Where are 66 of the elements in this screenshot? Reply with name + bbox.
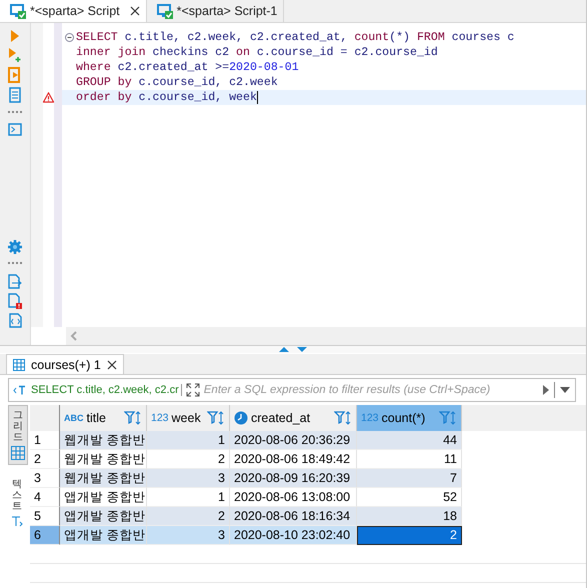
table-cell[interactable]: 웹개발 종합반 <box>60 431 147 450</box>
number-type-icon: 123 <box>151 412 169 424</box>
export-document-icon[interactable] <box>8 274 22 289</box>
collapse-up-icon[interactable] <box>279 347 289 352</box>
sql-text-icon <box>13 385 27 395</box>
table-cell[interactable]: 2020-08-06 20:36:29 <box>230 431 357 450</box>
filter-sort-icon[interactable] <box>439 411 457 425</box>
table-cell[interactable]: 2 <box>147 507 230 526</box>
document-list-icon[interactable] <box>9 87 21 103</box>
row-number[interactable]: 3 <box>30 469 60 488</box>
code-line: where c2.created_at >=2020-08-01 <box>76 60 299 75</box>
row-number[interactable]: 5 <box>30 507 60 526</box>
filter-sort-icon[interactable] <box>334 411 352 425</box>
row-number[interactable]: 4 <box>30 488 60 507</box>
filter-sort-icon[interactable] <box>207 411 225 425</box>
text-icon <box>11 515 23 527</box>
side-tab[interactable]: 텍스트 <box>8 475 26 531</box>
code-line: SELECT c.title, c2.week, c2.created_at, count(*) FROM courses c <box>76 30 514 45</box>
collapse-down-icon[interactable] <box>297 347 307 352</box>
row-number[interactable]: 2 <box>30 450 60 469</box>
close-icon[interactable] <box>106 360 117 370</box>
filter-field[interactable]: SELECT c.title, c2.week, c2.cr Enter a SQL expression to filter results (use Ctrl+Space) <box>8 378 576 402</box>
table-cell[interactable]: 1 <box>147 431 230 450</box>
table-cell[interactable]: 2020-08-09 16:20:39 <box>230 469 357 488</box>
play-plus-icon[interactable] <box>8 47 22 63</box>
monitor-check-icon <box>10 3 26 19</box>
terminal-icon[interactable] <box>8 123 22 136</box>
table-cell[interactable]: 3 <box>147 526 230 545</box>
code-line: inner join checkins c2 on c.course_id = c2.course_id <box>76 45 438 60</box>
table-cell[interactable]: 44 <box>357 431 462 450</box>
clock-icon <box>234 411 248 425</box>
run-filter-icon[interactable] <box>542 384 550 396</box>
editor-tab[interactable]: *<sparta> Script-1 <box>146 0 284 22</box>
editor-tab[interactable]: *<sparta> Script <box>0 0 147 22</box>
code-line: order by c.course_id, week <box>76 90 257 105</box>
results-tab[interactable]: courses(+) 1 <box>6 354 124 374</box>
table-cell[interactable]: 앱개발 종합반 <box>60 526 147 545</box>
settings-icon[interactable] <box>8 240 22 254</box>
table-cell[interactable]: 앱개발 종합반 <box>60 507 147 526</box>
table-cell[interactable]: 2020-08-10 23:02:40 <box>230 526 357 545</box>
side-tab[interactable]: 그리드 <box>8 405 28 465</box>
fold-icon[interactable] <box>64 33 74 42</box>
row-number[interactable]: 6 <box>30 526 60 545</box>
table-cell[interactable]: 7 <box>357 469 462 488</box>
number-type-icon: 123 <box>361 412 379 424</box>
document-brackets-icon[interactable] <box>8 313 22 328</box>
row-number[interactable]: 1 <box>30 431 60 450</box>
scroll-left-icon[interactable] <box>70 331 78 341</box>
table-cell[interactable]: 2020-08-06 18:16:34 <box>230 507 357 526</box>
text-type-icon: ABC <box>64 413 84 423</box>
play-icon[interactable] <box>10 29 20 43</box>
monitor-check-icon <box>156 3 173 19</box>
table-cell[interactable]: 18 <box>357 507 462 526</box>
expand-icon[interactable] <box>186 383 200 397</box>
column-header[interactable]: 123 count(*) <box>357 405 462 431</box>
close-icon[interactable] <box>130 6 140 16</box>
document-error-icon[interactable] <box>8 293 22 309</box>
table-cell[interactable]: 3 <box>147 469 230 488</box>
table-cell[interactable]: 웹개발 종합반 <box>60 469 147 488</box>
table-icon <box>13 358 25 370</box>
script-run-icon[interactable] <box>8 67 22 83</box>
grid-icon <box>11 446 25 460</box>
table-cell[interactable]: 2 <box>357 526 462 545</box>
dropdown-icon[interactable] <box>559 386 571 394</box>
filter-sort-icon[interactable] <box>124 411 142 425</box>
code-line: GROUP by c.course_id, c2.week <box>76 75 278 90</box>
